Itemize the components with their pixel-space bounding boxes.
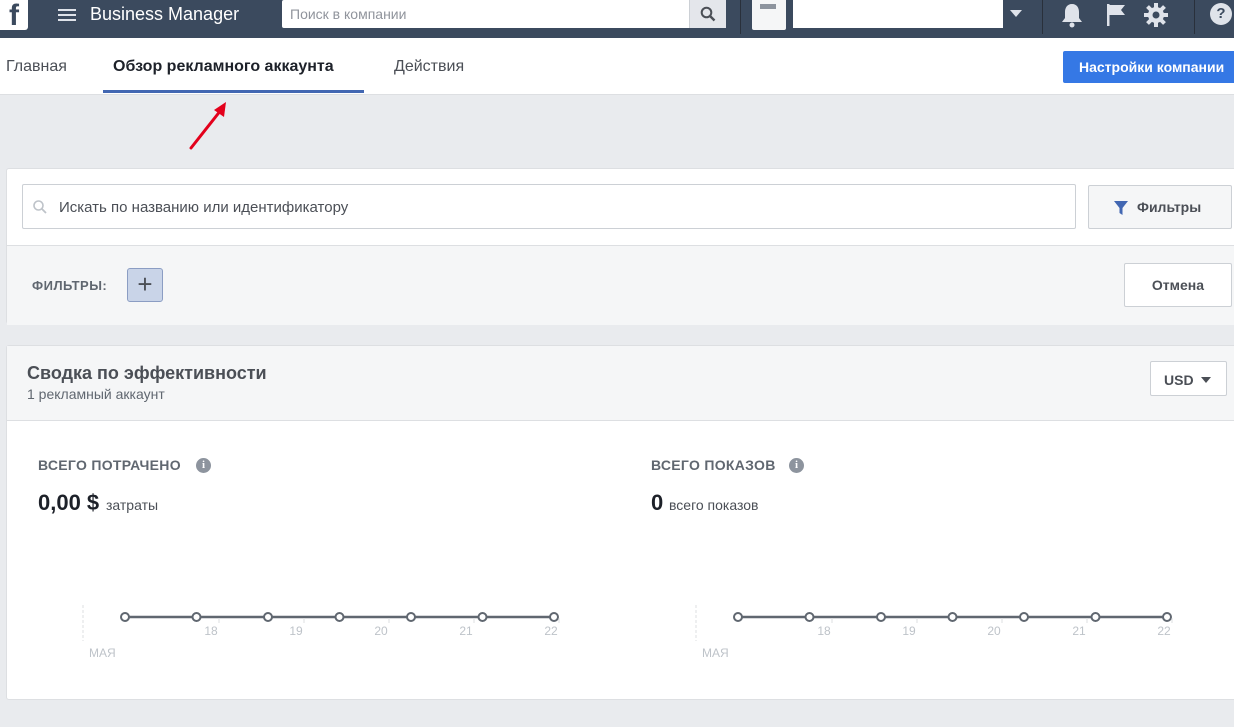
data-point	[804, 612, 815, 622]
metric-value: 0,00 $	[38, 490, 100, 515]
tab-activity[interactable]: Действия	[394, 58, 464, 76]
annotation-arrow	[189, 102, 226, 150]
divider	[1042, 0, 1043, 34]
data-point	[1162, 612, 1172, 622]
chevron-down-icon	[1201, 377, 1211, 383]
company-settings-button[interactable]: Настройки компании	[1063, 51, 1234, 83]
filters-button-label: Фильтры	[1137, 199, 1202, 215]
data-point	[191, 612, 202, 622]
info-icon[interactable]: i	[789, 458, 804, 473]
tabs-bar: Главная Обзор рекламного аккаунта Действ…	[0, 38, 1234, 95]
help-icon[interactable]: ?	[1210, 3, 1232, 25]
tick-label: 20	[987, 624, 1001, 638]
tick-label: МАЯ	[89, 646, 116, 660]
tick-label: 19	[289, 624, 303, 638]
chevron-down-icon[interactable]	[1010, 10, 1022, 17]
filters-button[interactable]: Фильтры	[1088, 185, 1232, 229]
summary-subtitle: 1 рекламный аккаунт	[27, 386, 165, 402]
tick-label: 18	[817, 624, 831, 638]
search-icon	[33, 200, 47, 214]
data-point	[876, 612, 886, 622]
active-tab-indicator	[103, 90, 364, 93]
tick-label: 20	[374, 624, 388, 638]
summary-title: Сводка по эффективности	[27, 363, 267, 383]
metric-value: 0	[651, 490, 664, 515]
bell-icon[interactable]	[1060, 2, 1084, 28]
app-title[interactable]: Business Manager	[90, 4, 239, 25]
currency-dropdown[interactable]: USD	[1150, 361, 1227, 396]
tick-label: 21	[459, 624, 473, 638]
data-point	[263, 612, 273, 622]
tick-label: 22	[544, 624, 558, 638]
impressions-chart: МАЯ 18 19 20 21 22	[695, 605, 1173, 660]
data-point	[549, 612, 559, 622]
metric-title: ВСЕГО ПОКАЗОВ	[651, 457, 776, 473]
data-point	[733, 612, 743, 622]
tick-label: МАЯ	[702, 646, 729, 660]
search-button[interactable]	[689, 0, 726, 28]
divider	[1194, 0, 1195, 34]
cancel-button[interactable]: Отмена	[1124, 263, 1232, 307]
data-point	[120, 612, 130, 622]
metric-unit: всего показов	[669, 497, 759, 513]
spend-chart: МАЯ 18 19 20 21 22	[82, 605, 560, 660]
info-icon[interactable]: i	[196, 458, 211, 473]
metric-title: ВСЕГО ПОТРАЧЕНО	[38, 457, 181, 473]
data-point	[406, 612, 416, 622]
search-icon	[700, 6, 716, 22]
facebook-logo[interactable]: f	[0, 0, 28, 32]
performance-summary: Сводка по эффективности 1 рекламный акка…	[6, 345, 1234, 700]
data-point	[947, 612, 958, 622]
account-search	[22, 184, 1076, 230]
company-search	[282, 0, 726, 28]
company-search-input[interactable]	[282, 0, 682, 28]
data-point	[334, 612, 345, 622]
data-point	[1090, 612, 1101, 622]
tick-label: 18	[204, 624, 218, 638]
currency-label: USD	[1164, 372, 1194, 388]
flag-icon[interactable]	[1104, 2, 1128, 28]
filters-label: ФИЛЬТРЫ:	[32, 278, 108, 293]
top-bar: f Business Manager ?	[0, 0, 1234, 39]
avatar[interactable]	[752, 0, 786, 30]
summary-header: Сводка по эффективности 1 рекламный акка…	[7, 346, 1234, 421]
divider	[740, 0, 741, 34]
data-point	[1019, 612, 1029, 622]
account-search-input[interactable]	[57, 185, 1061, 230]
tick-label: 21	[1072, 624, 1086, 638]
tick-label: 19	[902, 624, 916, 638]
tab-ad-account-overview[interactable]: Обзор рекламного аккаунта	[113, 58, 334, 76]
menu-icon[interactable]	[58, 6, 76, 24]
search-panel: Фильтры ФИЛЬТРЫ: + Отмена	[6, 168, 1234, 325]
gear-icon[interactable]	[1143, 2, 1169, 28]
add-filter-button[interactable]: +	[127, 268, 163, 302]
account-selector[interactable]	[793, 0, 1003, 28]
tick-label: 22	[1157, 624, 1171, 638]
filters-row: ФИЛЬТРЫ: + Отмена	[7, 245, 1234, 325]
metric-unit: затраты	[106, 497, 159, 513]
tab-home[interactable]: Главная	[6, 58, 67, 76]
funnel-icon	[1114, 201, 1128, 215]
data-point	[477, 612, 488, 622]
